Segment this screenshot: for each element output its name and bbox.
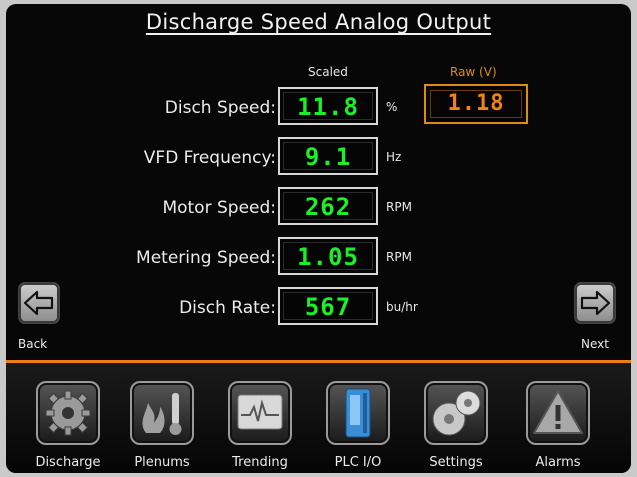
disch-rate-label: Disch Rate: — [179, 298, 276, 318]
arrow-left-icon — [23, 290, 54, 316]
motor-speed-value: 262 — [283, 192, 373, 221]
disch-speed-value-box: 11.8 — [278, 87, 378, 125]
nav-alarms-label: Alarms — [535, 455, 581, 470]
flame-thermometer-icon — [130, 381, 194, 445]
motor-speed-value-box: 262 — [278, 187, 378, 225]
motor-speed-label: Motor Speed: — [162, 198, 276, 218]
vfd-frequency-unit: Hz — [386, 150, 402, 164]
disch-rate-value: 567 — [283, 292, 373, 321]
warning-icon — [526, 381, 590, 445]
back-button[interactable] — [18, 282, 60, 324]
page-title: Discharge Speed Analog Output — [145, 10, 492, 34]
settings-knobs-icon — [424, 381, 488, 445]
nav-settings-label: Settings — [429, 455, 483, 470]
disch-speed-unit: % — [386, 100, 398, 114]
nav-discharge-label: Discharge — [35, 455, 101, 470]
metering-speed-label: Metering Speed: — [136, 248, 276, 268]
vfd-frequency-value: 9.1 — [283, 142, 373, 171]
nav-settings[interactable]: Settings — [416, 381, 496, 470]
bottom-nav-bar: Discharge Plenums Trending PLC I/O Setti… — [6, 363, 631, 473]
nav-alarms[interactable]: Alarms — [518, 381, 598, 470]
next-button[interactable] — [574, 282, 616, 324]
nav-trending[interactable]: Trending — [220, 381, 300, 470]
metering-speed-unit: RPM — [386, 250, 412, 264]
metering-speed-value-box: 1.05 — [278, 237, 378, 275]
back-label[interactable]: Back — [18, 337, 47, 351]
disch-rate-value-box: 567 — [278, 287, 378, 325]
motor-speed-unit: RPM — [386, 200, 412, 214]
nav-plc-io[interactable]: PLC I/O — [318, 381, 398, 470]
disch-speed-label: Disch Speed: — [164, 98, 276, 118]
nav-trending-label: Trending — [232, 455, 288, 470]
scaled-column-header: Scaled — [308, 65, 348, 79]
hmi-screen: Discharge Speed Analog Output Scaled Raw… — [6, 4, 631, 473]
disch-speed-value: 11.8 — [283, 92, 373, 121]
gear-icon — [36, 381, 100, 445]
nav-plc-io-label: PLC I/O — [334, 455, 382, 470]
trend-monitor-icon — [228, 381, 292, 445]
vfd-frequency-value-box: 9.1 — [278, 137, 378, 175]
raw-voltage-box: 1.18 — [424, 84, 528, 124]
metering-speed-value: 1.05 — [283, 242, 373, 271]
raw-column-header: Raw (V) — [450, 65, 497, 79]
plc-module-icon — [326, 381, 390, 445]
vfd-frequency-label: VFD Frequency: — [143, 148, 276, 168]
raw-voltage-value: 1.18 — [430, 90, 522, 118]
nav-plenums-label: Plenums — [134, 455, 190, 470]
next-label[interactable]: Next — [581, 337, 609, 351]
arrow-right-icon — [580, 290, 611, 316]
disch-rate-unit: bu/hr — [386, 300, 418, 314]
nav-plenums[interactable]: Plenums — [122, 381, 202, 470]
nav-discharge[interactable]: Discharge — [28, 381, 108, 470]
